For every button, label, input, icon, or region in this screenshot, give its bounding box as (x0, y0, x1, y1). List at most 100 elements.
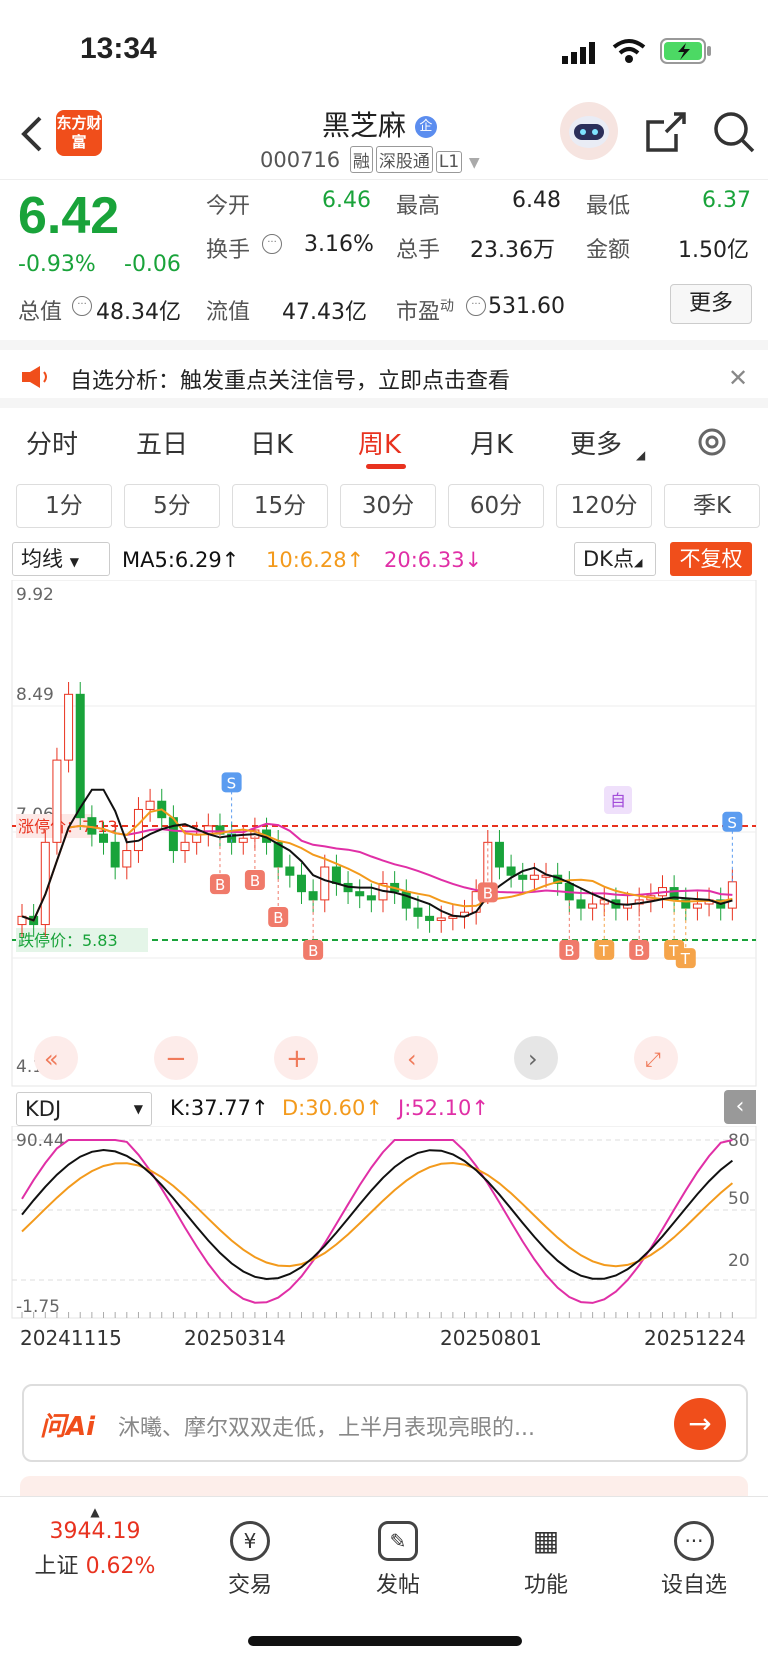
minute-subtabs: 1分 5分 15分 30分 60分 120分 季K (0, 484, 768, 530)
y-label-top: 9.92 (16, 585, 54, 605)
subtab-5min[interactable]: 5分 (124, 484, 220, 528)
nav-trade[interactable]: ¥ 交易 (200, 1521, 300, 1599)
candle-body (692, 903, 702, 909)
more-label: 更多 (688, 291, 733, 316)
candle-body (588, 903, 598, 909)
ai-prompt-text: 沐曦、摩尔双双走低，上半月表现亮眼的... (118, 1416, 535, 1441)
volume-value: 23.36万 (470, 238, 555, 263)
edit-icon: ✎ (378, 1521, 418, 1561)
subtab-15min[interactable]: 15分 (232, 484, 328, 528)
caret-icon: ◢ (636, 448, 646, 462)
kdj-label: KDJ (25, 1097, 62, 1121)
candle-body (308, 891, 318, 901)
signal-marker-letter: T (598, 942, 609, 960)
dropdown-icon[interactable]: ▼ (469, 155, 480, 171)
kdj-select[interactable]: KDJ ▼ (16, 1092, 152, 1126)
candle-body (425, 915, 435, 921)
ai-ask-bar[interactable]: 问Ai 沐曦、摩尔双双走低，上半月表现亮眼的... → (22, 1384, 748, 1462)
expand-icon: ⤢ (645, 1047, 661, 1071)
mktcap-label: 总值 (18, 300, 63, 325)
candle-body (296, 874, 306, 893)
alert-banner[interactable]: 自选分析：触发重点关注信号，立即点击查看 ✕ (0, 340, 768, 408)
tab-minute[interactable]: 分时 (26, 424, 78, 461)
tag-level: L1 (435, 151, 463, 173)
collapse-button[interactable]: ‹ (724, 1090, 756, 1124)
ma-bar: 均线 ▼ MA5:6.29↑ 10:6.28↑ 20:6.33↓ DK点◢ 不复… (0, 540, 768, 578)
dk-label: DK点 (583, 547, 634, 571)
info-icon: ··· (262, 234, 282, 254)
kdj-50-label: 50 (728, 1189, 750, 1209)
arrow-right-icon: → (688, 1407, 712, 1440)
candle-body (75, 693, 85, 819)
kdj-chart[interactable]: 90.44 -1.75 80 50 20 (0, 1126, 768, 1320)
index-widget[interactable]: ▲ 3944.19 上证 0.62% (20, 1505, 170, 1580)
turnover-label: 换手 (206, 238, 251, 263)
active-tab-indicator (366, 464, 406, 469)
subtab-30min[interactable]: 30分 (340, 484, 436, 528)
change-pct: -0.93% (18, 252, 96, 277)
tab-week-k[interactable]: 周K (358, 424, 401, 461)
subtab-60min[interactable]: 60分 (448, 484, 544, 528)
chevron-right-icon: › (528, 1045, 538, 1073)
tab-five-day[interactable]: 五日 (136, 424, 188, 461)
enterprise-icon: 企 (414, 116, 437, 138)
stock-code-row: 000716 融深股通 L1 ▼ (260, 146, 480, 173)
kdj-bottom-label: -1.75 (16, 1297, 60, 1317)
ai-send-button[interactable]: → (674, 1398, 726, 1450)
amount-label: 金额 (586, 238, 631, 263)
no-adjust-label: 不复权 (679, 547, 743, 571)
share-icon[interactable] (644, 110, 688, 158)
tab-more[interactable]: 更多 (570, 424, 622, 461)
signal-marker-letter: B (250, 872, 260, 890)
nav-post-label: 发帖 (375, 1573, 420, 1598)
caret-up-icon: ▲ (90, 1505, 100, 1519)
index-value: 3944.19 (49, 1519, 141, 1544)
ai-brand: 问Ai (40, 1412, 96, 1442)
dk-point-select[interactable]: DK点◢ (574, 542, 656, 576)
candle-body (331, 866, 341, 884)
search-icon[interactable] (712, 110, 756, 158)
no-adjust-button[interactable]: 不复权 (670, 542, 752, 576)
low-value: 6.37 (702, 188, 751, 213)
turnover-value: 3.16% (304, 232, 374, 257)
subtab-120min[interactable]: 120分 (556, 484, 652, 528)
pe-value: 531.60 (488, 294, 565, 319)
gear-icon[interactable] (694, 424, 730, 464)
candle-body (355, 891, 365, 897)
ma5-value: MA5:6.29↑ (122, 548, 240, 572)
nav-post[interactable]: ✎ 发帖 (348, 1521, 448, 1599)
nav-func[interactable]: ▦ 功能 (496, 1521, 596, 1599)
zixuan-label: 自 (610, 791, 626, 810)
tab-day-k[interactable]: 日K (250, 424, 293, 461)
tab-month-k[interactable]: 月K (470, 424, 513, 461)
chevron-left-icon: ‹ (407, 1045, 417, 1073)
open-label: 今开 (206, 194, 251, 219)
candle-body (133, 808, 143, 852)
logo-text: 东方财富 (56, 114, 102, 151)
kdj-bar: KDJ ▼ K:37.77↑ D:30.60↑ J:52.10↑ ‹ (0, 1090, 768, 1126)
more-button[interactable]: 更多 (670, 284, 752, 324)
back-icon[interactable] (16, 114, 46, 158)
subtab-1min[interactable]: 1分 (16, 484, 112, 528)
candle-body (52, 759, 62, 843)
nav-watch[interactable]: ··· 设自选 (644, 1521, 744, 1599)
open-value: 6.46 (322, 188, 371, 213)
limit-up-label: 涨停价：7.13 (18, 817, 118, 836)
indicator-select[interactable]: 均线 ▼ (12, 542, 110, 576)
kline-chart[interactable]: 9.92 8.49 7.06 4.18 涨停价：7.13 跌停价：5.83 BB… (0, 580, 768, 1090)
robot-avatar-icon[interactable] (560, 102, 618, 160)
subtab-quarter-k[interactable]: 季K (664, 484, 760, 528)
minus-icon: − (165, 1044, 187, 1074)
info-icon: ··· (72, 296, 92, 316)
candle-body (238, 837, 248, 843)
mktcap-value: 48.34亿 (96, 300, 181, 325)
limit-down-label: 跌停价：5.83 (18, 931, 118, 950)
tag-margin: 融 (349, 146, 373, 173)
date-label: 20241115 (20, 1326, 122, 1350)
candle-body (320, 866, 330, 901)
signal-marker-letter: S (227, 774, 237, 792)
candle-body (436, 917, 446, 921)
speaker-icon (20, 364, 50, 394)
quote-panel: 6.42 -0.93% -0.06 总值 ··· 48.34亿 今开 6.46 … (0, 182, 768, 334)
close-icon[interactable]: ✕ (728, 364, 748, 392)
